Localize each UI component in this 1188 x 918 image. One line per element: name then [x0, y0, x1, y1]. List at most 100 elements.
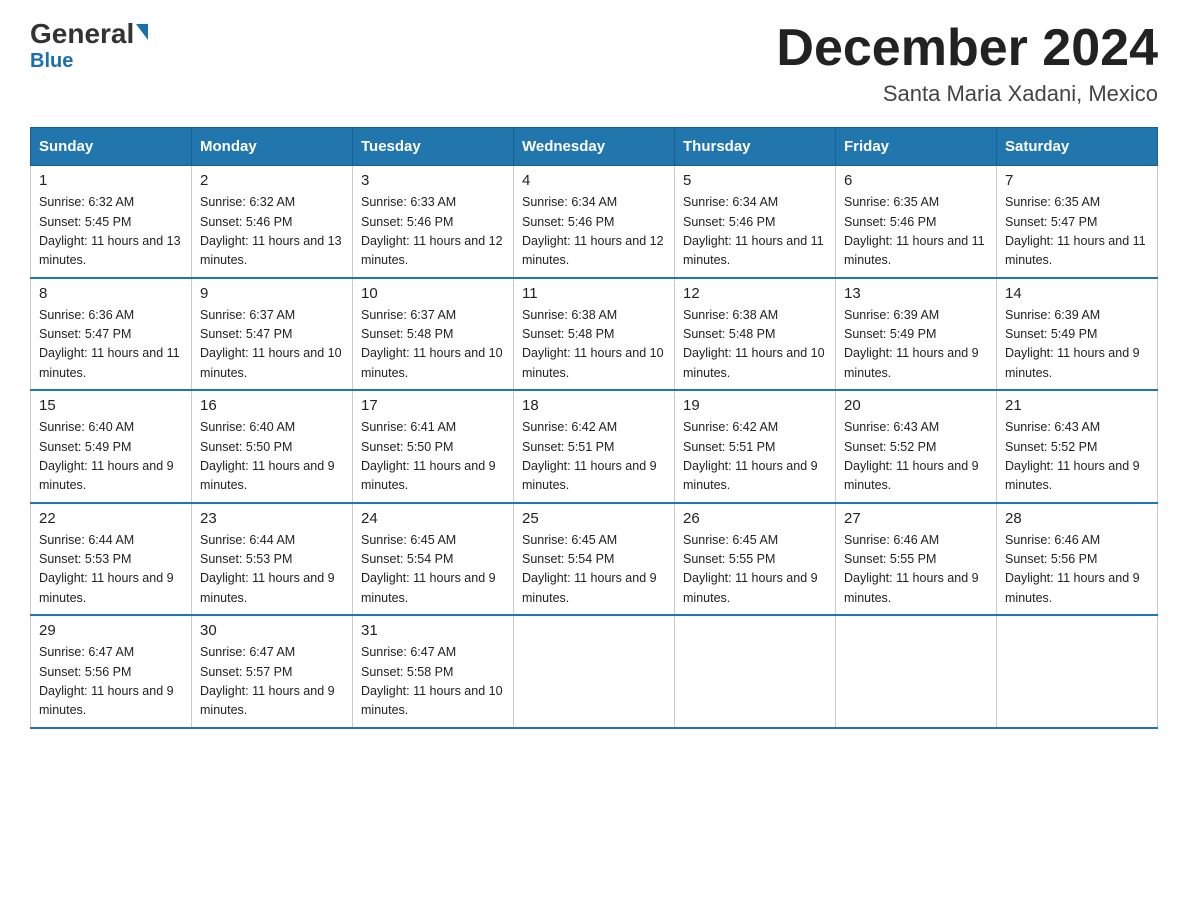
table-row: 17 Sunrise: 6:41 AMSunset: 5:50 PMDayligh… — [353, 390, 514, 503]
col-thursday: Thursday — [675, 128, 836, 166]
table-row: 22 Sunrise: 6:44 AMSunset: 5:53 PMDayligh… — [31, 503, 192, 616]
day-info: Sunrise: 6:41 AMSunset: 5:50 PMDaylight:… — [361, 418, 505, 496]
day-info: Sunrise: 6:44 AMSunset: 5:53 PMDaylight:… — [200, 531, 344, 609]
col-sunday: Sunday — [31, 128, 192, 166]
day-number: 11 — [522, 285, 666, 302]
table-row: 19Sunrise: 6:42 AMSunset: 5:51 PMDayligh… — [675, 390, 836, 503]
table-row: 23 Sunrise: 6:44 AMSunset: 5:53 PMDayligh… — [192, 503, 353, 616]
day-number: 20 — [844, 397, 988, 414]
col-tuesday: Tuesday — [353, 128, 514, 166]
day-info: Sunrise: 6:36 AMSunset: 5:47 PMDaylight:… — [39, 306, 183, 384]
table-row: 5Sunrise: 6:34 AMSunset: 5:46 PMDaylight… — [675, 166, 836, 278]
day-info: Sunrise: 6:46 AMSunset: 5:55 PMDaylight:… — [844, 531, 988, 609]
day-number: 16 — [200, 397, 344, 414]
table-row: 26 Sunrise: 6:45 AMSunset: 5:55 PMDayligh… — [675, 503, 836, 616]
table-row: 27 Sunrise: 6:46 AMSunset: 5:55 PMDayligh… — [836, 503, 997, 616]
calendar-week-row: 29 Sunrise: 6:47 AMSunset: 5:56 PMDayligh… — [31, 615, 1158, 728]
day-info: Sunrise: 6:45 AMSunset: 5:54 PMDaylight:… — [522, 531, 666, 609]
day-number: 25 — [522, 510, 666, 527]
day-info: Sunrise: 6:32 AMSunset: 5:45 PMDaylight:… — [39, 193, 183, 271]
day-number: 30 — [200, 622, 344, 639]
day-number: 13 — [844, 285, 988, 302]
logo-blue: Blue — [30, 50, 73, 73]
day-info: Sunrise: 6:47 AMSunset: 5:57 PMDaylight:… — [200, 643, 344, 721]
calendar-table: Sunday Monday Tuesday Wednesday Thursday… — [30, 127, 1158, 729]
table-row: 21Sunrise: 6:43 AMSunset: 5:52 PMDayligh… — [997, 390, 1158, 503]
col-saturday: Saturday — [997, 128, 1158, 166]
table-row: 30 Sunrise: 6:47 AMSunset: 5:57 PMDayligh… — [192, 615, 353, 728]
day-info: Sunrise: 6:37 AMSunset: 5:48 PMDaylight:… — [361, 306, 505, 384]
day-number: 9 — [200, 285, 344, 302]
calendar-week-row: 1 Sunrise: 6:32 AMSunset: 5:45 PMDaylight… — [31, 166, 1158, 278]
day-number: 14 — [1005, 285, 1149, 302]
day-number: 23 — [200, 510, 344, 527]
calendar-week-row: 15 Sunrise: 6:40 AMSunset: 5:49 PMDayligh… — [31, 390, 1158, 503]
calendar-week-row: 8 Sunrise: 6:36 AMSunset: 5:47 PMDaylight… — [31, 278, 1158, 391]
table-row: 11 Sunrise: 6:38 AMSunset: 5:48 PMDayligh… — [514, 278, 675, 391]
day-info: Sunrise: 6:46 AMSunset: 5:56 PMDaylight:… — [1005, 531, 1149, 609]
day-number: 8 — [39, 285, 183, 302]
day-number: 26 — [683, 510, 827, 527]
day-number: 4 — [522, 172, 666, 189]
day-info: Sunrise: 6:35 AMSunset: 5:47 PMDaylight:… — [1005, 193, 1149, 271]
calendar-subtitle: Santa Maria Xadani, Mexico — [776, 81, 1158, 107]
day-info: Sunrise: 6:47 AMSunset: 5:58 PMDaylight:… — [361, 643, 505, 721]
table-row — [997, 615, 1158, 728]
table-row: 2 Sunrise: 6:32 AMSunset: 5:46 PMDaylight… — [192, 166, 353, 278]
day-number: 2 — [200, 172, 344, 189]
day-info: Sunrise: 6:32 AMSunset: 5:46 PMDaylight:… — [200, 193, 344, 271]
table-row: 29 Sunrise: 6:47 AMSunset: 5:56 PMDayligh… — [31, 615, 192, 728]
day-info: Sunrise: 6:44 AMSunset: 5:53 PMDaylight:… — [39, 531, 183, 609]
day-number: 22 — [39, 510, 183, 527]
day-number: 31 — [361, 622, 505, 639]
day-info: Sunrise: 6:45 AMSunset: 5:54 PMDaylight:… — [361, 531, 505, 609]
table-row: 31 Sunrise: 6:47 AMSunset: 5:58 PMDayligh… — [353, 615, 514, 728]
title-block: December 2024 Santa Maria Xadani, Mexico — [776, 20, 1158, 107]
calendar-header-row: Sunday Monday Tuesday Wednesday Thursday… — [31, 128, 1158, 166]
table-row: 20Sunrise: 6:43 AMSunset: 5:52 PMDayligh… — [836, 390, 997, 503]
table-row: 24 Sunrise: 6:45 AMSunset: 5:54 PMDayligh… — [353, 503, 514, 616]
day-number: 19 — [683, 397, 827, 414]
day-info: Sunrise: 6:39 AMSunset: 5:49 PMDaylight:… — [1005, 306, 1149, 384]
day-number: 10 — [361, 285, 505, 302]
col-friday: Friday — [836, 128, 997, 166]
day-info: Sunrise: 6:37 AMSunset: 5:47 PMDaylight:… — [200, 306, 344, 384]
day-number: 3 — [361, 172, 505, 189]
col-monday: Monday — [192, 128, 353, 166]
day-number: 1 — [39, 172, 183, 189]
table-row: 4 Sunrise: 6:34 AMSunset: 5:46 PMDaylight… — [514, 166, 675, 278]
day-info: Sunrise: 6:42 AMSunset: 5:51 PMDaylight:… — [522, 418, 666, 496]
table-row: 18Sunrise: 6:42 AMSunset: 5:51 PMDayligh… — [514, 390, 675, 503]
table-row: 9 Sunrise: 6:37 AMSunset: 5:47 PMDaylight… — [192, 278, 353, 391]
day-info: Sunrise: 6:43 AMSunset: 5:52 PMDaylight:… — [1005, 418, 1149, 496]
table-row: 10 Sunrise: 6:37 AMSunset: 5:48 PMDayligh… — [353, 278, 514, 391]
table-row: 25 Sunrise: 6:45 AMSunset: 5:54 PMDayligh… — [514, 503, 675, 616]
day-info: Sunrise: 6:45 AMSunset: 5:55 PMDaylight:… — [683, 531, 827, 609]
table-row: 12Sunrise: 6:38 AMSunset: 5:48 PMDayligh… — [675, 278, 836, 391]
table-row: 14 Sunrise: 6:39 AMSunset: 5:49 PMDayligh… — [997, 278, 1158, 391]
page-header: General Blue December 2024 Santa Maria X… — [30, 20, 1158, 107]
logo: General Blue — [30, 20, 148, 73]
table-row: 28Sunrise: 6:46 AMSunset: 5:56 PMDayligh… — [997, 503, 1158, 616]
day-info: Sunrise: 6:40 AMSunset: 5:49 PMDaylight:… — [39, 418, 183, 496]
day-info: Sunrise: 6:39 AMSunset: 5:49 PMDaylight:… — [844, 306, 988, 384]
day-number: 24 — [361, 510, 505, 527]
day-info: Sunrise: 6:33 AMSunset: 5:46 PMDaylight:… — [361, 193, 505, 271]
table-row — [836, 615, 997, 728]
table-row — [675, 615, 836, 728]
day-number: 29 — [39, 622, 183, 639]
calendar-week-row: 22 Sunrise: 6:44 AMSunset: 5:53 PMDayligh… — [31, 503, 1158, 616]
day-number: 17 — [361, 397, 505, 414]
day-info: Sunrise: 6:38 AMSunset: 5:48 PMDaylight:… — [522, 306, 666, 384]
day-info: Sunrise: 6:34 AMSunset: 5:46 PMDaylight:… — [522, 193, 666, 271]
table-row: 6Sunrise: 6:35 AMSunset: 5:46 PMDaylight… — [836, 166, 997, 278]
table-row: 8 Sunrise: 6:36 AMSunset: 5:47 PMDaylight… — [31, 278, 192, 391]
day-number: 27 — [844, 510, 988, 527]
table-row — [514, 615, 675, 728]
day-number: 6 — [844, 172, 988, 189]
day-number: 15 — [39, 397, 183, 414]
table-row: 16Sunrise: 6:40 AMSunset: 5:50 PMDayligh… — [192, 390, 353, 503]
logo-general: General — [30, 20, 148, 48]
day-info: Sunrise: 6:47 AMSunset: 5:56 PMDaylight:… — [39, 643, 183, 721]
table-row: 7Sunrise: 6:35 AMSunset: 5:47 PMDaylight… — [997, 166, 1158, 278]
